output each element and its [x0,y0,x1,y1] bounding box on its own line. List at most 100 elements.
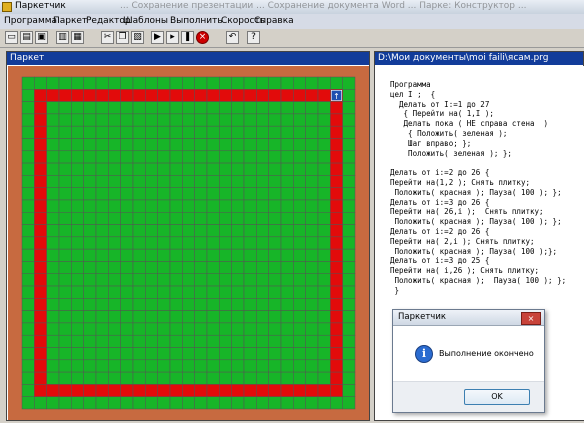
tile-red [330,101,343,115]
tile-red [330,162,343,176]
tile-green [58,248,72,262]
close-icon[interactable]: × [521,312,541,325]
tile-green [108,285,121,299]
tile-green [157,273,171,287]
tile-green [157,236,171,250]
tile-green [342,396,356,410]
code-line: Перейти на( i,26 ); Снять плитку; [390,266,540,276]
tile-green [206,396,220,410]
cut-icon[interactable]: ✂ [101,31,114,44]
new-file-icon[interactable]: ▭ [5,31,18,44]
tile-green [71,162,84,176]
print-preview-icon[interactable]: ▦ [71,31,84,44]
tile-red [194,89,208,102]
tile-green [305,187,319,201]
tile-green [256,261,269,274]
tile-green [206,334,220,348]
tile-green [293,248,306,262]
tile-green [71,236,84,250]
tile-green [280,261,294,274]
tile-green [194,322,208,336]
tile-green [256,212,269,225]
tile-green [169,285,183,299]
tile-green [83,298,97,311]
print-icon[interactable]: ▥ [56,31,69,44]
menu-parquet[interactable]: Паркет [53,16,87,26]
app-icon [2,2,12,12]
menu-run[interactable]: Выполнить [170,16,223,26]
tile-green [194,236,208,250]
tile-green [243,187,257,201]
stop-icon[interactable]: × [196,31,209,44]
tile-green [256,199,269,213]
tile-green [120,334,134,348]
tile-green [243,125,257,139]
tile-green [206,212,220,225]
tile-green [21,175,35,188]
tile-red [268,384,282,397]
tile-red [330,298,343,311]
menu-program[interactable]: Программа [4,16,57,26]
tile-green [21,199,35,213]
code-line: Делать от i:=3 до 26 { [390,197,490,207]
open-file-icon[interactable]: ▤ [20,31,33,44]
tile-green [46,224,60,238]
tile-green [83,125,97,139]
paste-icon[interactable]: ▧ [131,31,144,44]
tile-green [169,322,183,336]
tile-red [34,310,47,324]
tile-green [83,236,97,250]
help-icon[interactable]: ? [247,31,260,44]
tile-green [182,298,195,311]
tile-green [132,396,146,410]
menu-templates[interactable]: Шаблоны [123,16,168,26]
tile-green [305,150,319,164]
tile-green [145,101,158,115]
run-icon[interactable]: ▶ [151,31,164,44]
tile-red [120,89,134,102]
tile-green [194,162,208,176]
tile-green [182,224,195,238]
tile-green [268,113,282,127]
tile-green [219,298,232,311]
menu-help[interactable]: Справка [254,16,294,26]
tile-green [169,236,183,250]
tile-green [293,162,306,176]
tile-red [34,199,47,213]
tile-green [71,261,84,274]
tile-green [305,162,319,176]
tile-green [317,76,331,90]
tile-green [83,150,97,164]
tile-green [243,334,257,348]
ok-button[interactable]: OK [464,389,530,405]
tile-red [330,224,343,238]
tile-green [342,224,356,238]
tile-green [243,76,257,90]
tile-green [132,76,146,90]
tile-green [206,359,220,373]
tile-green [71,359,84,373]
code-line: Делать от i:=3 до 25 { [390,256,490,266]
copy-icon[interactable]: ❐ [116,31,129,44]
tile-green [293,261,306,274]
tile-green [293,187,306,201]
step-icon[interactable]: ▸ [166,31,179,44]
tile-red [95,384,109,397]
undo-icon[interactable]: ↶ [226,31,239,44]
tile-green [182,347,195,361]
pause-icon[interactable]: ❚ [181,31,194,44]
tile-green [206,347,220,361]
tile-green [256,285,269,299]
save-file-icon[interactable]: ▣ [35,31,48,44]
tile-green [219,359,232,373]
tile-green [182,187,195,201]
tile-green [280,236,294,250]
tile-green [206,150,220,164]
tile-green [46,76,60,90]
tile-green [206,322,220,336]
tile-green [219,138,232,152]
tile-red [34,138,47,152]
tile-green [145,273,158,287]
tile-green [21,236,35,250]
tile-green [231,396,245,410]
